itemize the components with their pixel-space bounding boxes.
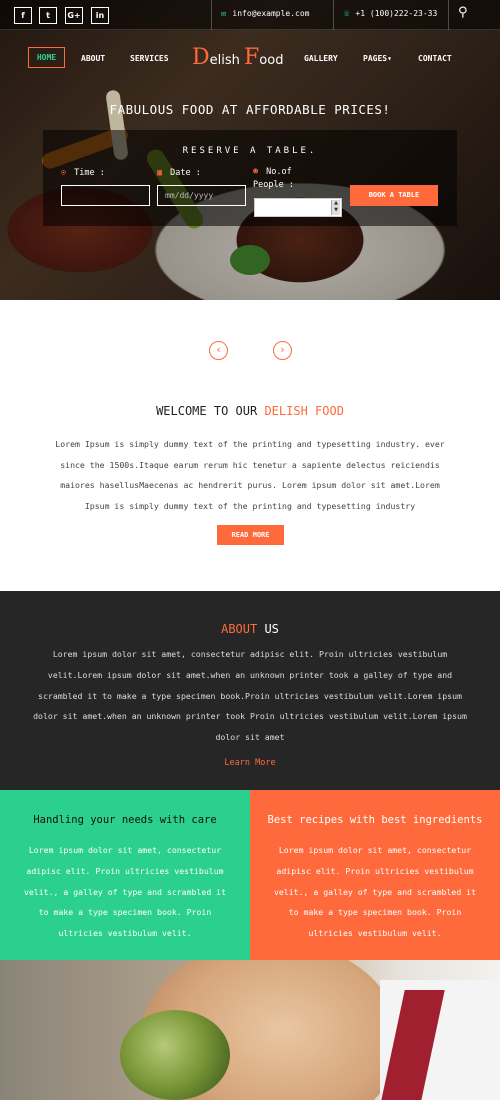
welcome-title-prefix: WELCOME TO OUR	[156, 404, 258, 418]
feature-card-recipes: Best recipes with best ingredients Lorem…	[250, 790, 500, 960]
date-input[interactable]: mm/dd/yyyy	[157, 185, 246, 206]
logo-letter: F	[244, 45, 260, 70]
welcome-title-highlight: DELISH FOOD	[264, 404, 344, 418]
twitter-icon[interactable]: t	[39, 7, 57, 24]
hero-section: f t G+ in ✉ info@example.com ☏ +1 (100)222…	[0, 0, 500, 300]
divider	[211, 0, 212, 30]
time-label: ⊙ Time :	[61, 167, 105, 180]
phone-text: +1 (100)222-23-33	[355, 9, 438, 18]
about-text: Lorem ipsum dolor sit amet, consectetur …	[33, 649, 467, 743]
divider	[448, 0, 449, 30]
people-label: ☻ No.of People :	[253, 166, 294, 192]
reserve-panel: RESERVE A TABLE.	[43, 130, 457, 226]
read-more-button[interactable]: READ MORE	[217, 525, 284, 545]
time-input[interactable]	[61, 185, 150, 206]
facebook-icon[interactable]: f	[14, 7, 32, 24]
logo-text: ood	[259, 53, 284, 68]
logo-letter: D	[192, 45, 210, 70]
welcome-text: Lorem Ipsum is simply dummy text of the …	[55, 439, 445, 511]
date-label-text: Date :	[170, 168, 201, 178]
nav-gallery[interactable]: GALLERY	[304, 54, 338, 63]
clock-icon: ⊙	[61, 168, 67, 178]
google-plus-icon[interactable]: G+	[65, 7, 83, 24]
search-icon[interactable]: ⚲	[458, 5, 468, 20]
phone-contact[interactable]: ☏ +1 (100)222-23-33	[344, 9, 437, 19]
divider	[333, 0, 334, 30]
chef-image	[0, 960, 500, 1100]
feature-title: Handling your needs with care	[33, 814, 217, 826]
calendar-icon: ▦	[157, 168, 163, 178]
select-arrows-icon: ▲ ▼	[331, 200, 340, 215]
feature-text: Lorem ipsum dolor sit amet, consectetur …	[23, 845, 227, 939]
email-text: info@example.com	[232, 9, 310, 18]
about-title-highlight: ABOUT	[221, 622, 258, 636]
users-icon: ☻	[253, 167, 259, 177]
herb-bunch	[120, 1010, 230, 1100]
nav-home[interactable]: HOME	[28, 47, 65, 68]
learn-more-link[interactable]: Learn More	[0, 758, 500, 768]
feature-card-care: Handling your needs with care Lorem ipsu…	[0, 790, 250, 960]
people-label-text-2: People :	[253, 180, 294, 190]
top-bar: f t G+ in ✉ info@example.com ☏ +1 (100)222…	[0, 0, 500, 30]
nav-contact[interactable]: CONTACT	[418, 54, 452, 63]
linkedin-icon[interactable]: in	[91, 7, 109, 24]
about-section: ABOUT US Lorem ipsum dolor sit amet, con…	[0, 591, 500, 790]
about-title-rest: US	[264, 622, 279, 636]
people-label-text: No.of	[266, 167, 292, 177]
site-logo[interactable]: Delish Food	[192, 45, 283, 70]
feature-text: Lorem ipsum dolor sit amet, consectetur …	[273, 845, 477, 939]
envelope-icon: ✉	[221, 9, 227, 19]
logo-text: elish	[209, 53, 240, 68]
reserve-title: RESERVE A TABLE.	[182, 146, 318, 156]
phone-icon: ☏	[344, 9, 350, 19]
time-label-text: Time :	[74, 168, 105, 178]
hero-tagline: FABULOUS FOOD AT AFFORDABLE PRICES!	[109, 102, 391, 117]
nav-pages[interactable]: PAGES▾	[363, 54, 392, 63]
email-contact[interactable]: ✉ info@example.com	[221, 9, 309, 19]
chevron-down-icon: ▾	[387, 54, 392, 63]
next-arrow-icon[interactable]: ›	[273, 341, 292, 360]
feature-title: Best recipes with best ingredients	[267, 814, 483, 826]
prev-arrow-icon[interactable]: ‹	[209, 341, 228, 360]
date-label: ▦ Date :	[157, 167, 201, 180]
nav-about[interactable]: ABOUT	[81, 54, 105, 63]
welcome-title: WELCOME TO OUR DELISH FOOD	[0, 404, 500, 418]
nav-services[interactable]: SERVICES	[130, 54, 169, 63]
book-table-button[interactable]: BOOK A TABLE	[350, 185, 438, 206]
nav-pages-label: PAGES	[363, 54, 388, 63]
people-select[interactable]: ▲ ▼	[254, 198, 342, 217]
about-title: ABOUT US	[0, 622, 500, 636]
